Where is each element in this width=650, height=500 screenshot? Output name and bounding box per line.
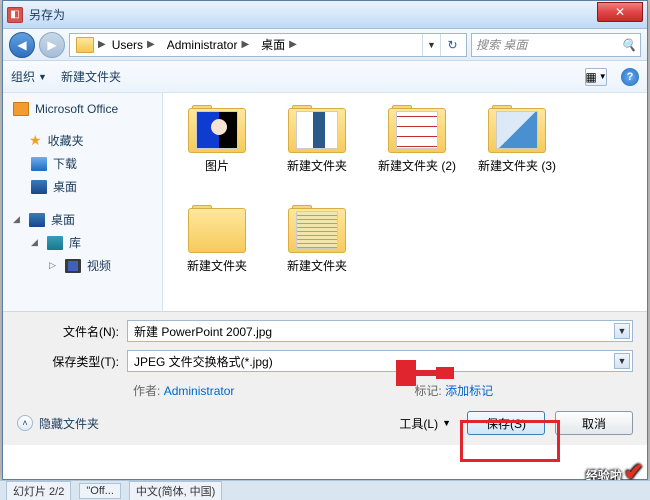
chevron-right-icon: ▶ bbox=[241, 39, 249, 50]
filetype-select[interactable]: JPEG 文件交换格式(*.jpg)▼ bbox=[127, 350, 633, 372]
chevron-right-icon[interactable]: ▶ bbox=[98, 39, 106, 50]
sidebar-downloads[interactable]: 下载 bbox=[3, 152, 162, 175]
tools-menu[interactable]: 工具(L) ▼ bbox=[393, 415, 457, 432]
back-button[interactable]: ◀ bbox=[9, 32, 35, 58]
chevron-down-icon: ◢ bbox=[31, 237, 41, 248]
tag-value[interactable]: 添加标记 bbox=[445, 384, 493, 398]
folder-icon bbox=[76, 37, 94, 53]
author-label: 作者: bbox=[133, 384, 160, 398]
dialog-body: Microsoft Office ★收藏夹 下载 桌面 ◢桌面 ◢库 ▷视频 图… bbox=[3, 93, 647, 311]
nav-bar: ◀ ▶ ▶ Users▶ Administrator▶ 桌面▶ ▼ ↻ 搜索 桌… bbox=[3, 29, 647, 61]
folder-item[interactable]: 新建文件夹 bbox=[167, 201, 267, 301]
sidebar: Microsoft Office ★收藏夹 下载 桌面 ◢桌面 ◢库 ▷视频 bbox=[3, 93, 163, 311]
sidebar-desktop-fav[interactable]: 桌面 bbox=[3, 175, 162, 198]
desktop-icon bbox=[29, 213, 45, 227]
dropdown-icon[interactable]: ▼ bbox=[614, 323, 630, 339]
search-placeholder: 搜索 桌面 bbox=[476, 36, 527, 53]
download-icon bbox=[31, 157, 47, 171]
sidebar-videos[interactable]: ▷视频 bbox=[3, 254, 162, 277]
chevron-up-icon: ˄ bbox=[17, 415, 33, 431]
filename-input[interactable]: 新建 PowerPoint 2007.jpg▼ bbox=[127, 320, 633, 342]
toolbar: 组织 ▼ 新建文件夹 ▦▼ ? bbox=[3, 61, 647, 93]
save-button[interactable]: 保存(S) bbox=[467, 411, 545, 435]
app-icon: ◧ bbox=[7, 7, 23, 23]
new-folder-button[interactable]: 新建文件夹 bbox=[61, 68, 121, 85]
breadcrumb[interactable]: ▶ Users▶ Administrator▶ 桌面▶ ▼ ↻ bbox=[69, 33, 467, 57]
taskbar-item[interactable]: "Off... bbox=[79, 483, 121, 499]
hide-folders-toggle[interactable]: ˄隐藏文件夹 bbox=[17, 415, 99, 432]
star-icon: ★ bbox=[29, 132, 42, 149]
search-input[interactable]: 搜索 桌面 🔍 bbox=[471, 33, 641, 57]
breadcrumb-users[interactable]: Users▶ bbox=[106, 34, 161, 56]
breadcrumb-administrator[interactable]: Administrator▶ bbox=[161, 34, 255, 56]
breadcrumb-dropdown[interactable]: ▼ bbox=[422, 34, 440, 56]
taskbar: 幻灯片 2/2 "Off... 中文(简体, 中国) bbox=[0, 480, 650, 500]
titlebar[interactable]: ◧ 另存为 ✕ bbox=[3, 1, 647, 29]
sidebar-favorites[interactable]: ★收藏夹 bbox=[3, 129, 162, 152]
sidebar-desktop[interactable]: ◢桌面 bbox=[3, 208, 162, 231]
chevron-right-icon: ▷ bbox=[49, 260, 59, 271]
video-icon bbox=[65, 259, 81, 273]
cancel-button[interactable]: 取消 bbox=[555, 411, 633, 435]
sidebar-ms-office[interactable]: Microsoft Office bbox=[3, 99, 162, 119]
folder-item[interactable]: 新建文件夹 (3) bbox=[467, 101, 567, 201]
bottom-panel: 文件名(N): 新建 PowerPoint 2007.jpg▼ 保存类型(T):… bbox=[3, 311, 647, 445]
folder-item[interactable]: 新建文件夹 bbox=[267, 101, 367, 201]
view-options-button[interactable]: ▦▼ bbox=[585, 68, 607, 86]
breadcrumb-desktop[interactable]: 桌面▶ bbox=[255, 34, 303, 56]
author-value[interactable]: Administrator bbox=[164, 384, 235, 398]
save-as-dialog: ◧ 另存为 ✕ ◀ ▶ ▶ Users▶ Administrator▶ 桌面▶ … bbox=[2, 0, 648, 480]
tag-label: 标记: bbox=[414, 384, 441, 398]
window-title: 另存为 bbox=[29, 6, 597, 23]
organize-menu[interactable]: 组织 ▼ bbox=[11, 68, 47, 85]
taskbar-item[interactable]: 幻灯片 2/2 bbox=[6, 481, 71, 500]
library-icon bbox=[47, 236, 63, 250]
folder-item[interactable]: 图片 bbox=[167, 101, 267, 201]
filetype-label: 保存类型(T): bbox=[17, 353, 127, 370]
chevron-right-icon: ▶ bbox=[289, 39, 297, 50]
folder-item[interactable]: 新建文件夹 bbox=[267, 201, 367, 301]
taskbar-item[interactable]: 中文(简体, 中国) bbox=[129, 481, 222, 500]
office-icon bbox=[13, 102, 29, 116]
search-icon: 🔍 bbox=[621, 38, 636, 52]
dropdown-icon[interactable]: ▼ bbox=[614, 353, 630, 369]
chevron-down-icon: ◢ bbox=[13, 214, 23, 225]
refresh-button[interactable]: ↻ bbox=[440, 34, 464, 56]
close-button[interactable]: ✕ bbox=[597, 2, 643, 22]
help-button[interactable]: ? bbox=[621, 68, 639, 86]
filename-label: 文件名(N): bbox=[17, 323, 127, 340]
file-pane[interactable]: 图片 新建文件夹 新建文件夹 (2) 新建文件夹 (3) 新建文件夹 新建文件夹 bbox=[163, 93, 647, 311]
sidebar-libraries[interactable]: ◢库 bbox=[3, 231, 162, 254]
chevron-right-icon: ▶ bbox=[147, 39, 155, 50]
folder-item[interactable]: 新建文件夹 (2) bbox=[367, 101, 467, 201]
desktop-icon bbox=[31, 180, 47, 194]
forward-button[interactable]: ▶ bbox=[39, 32, 65, 58]
